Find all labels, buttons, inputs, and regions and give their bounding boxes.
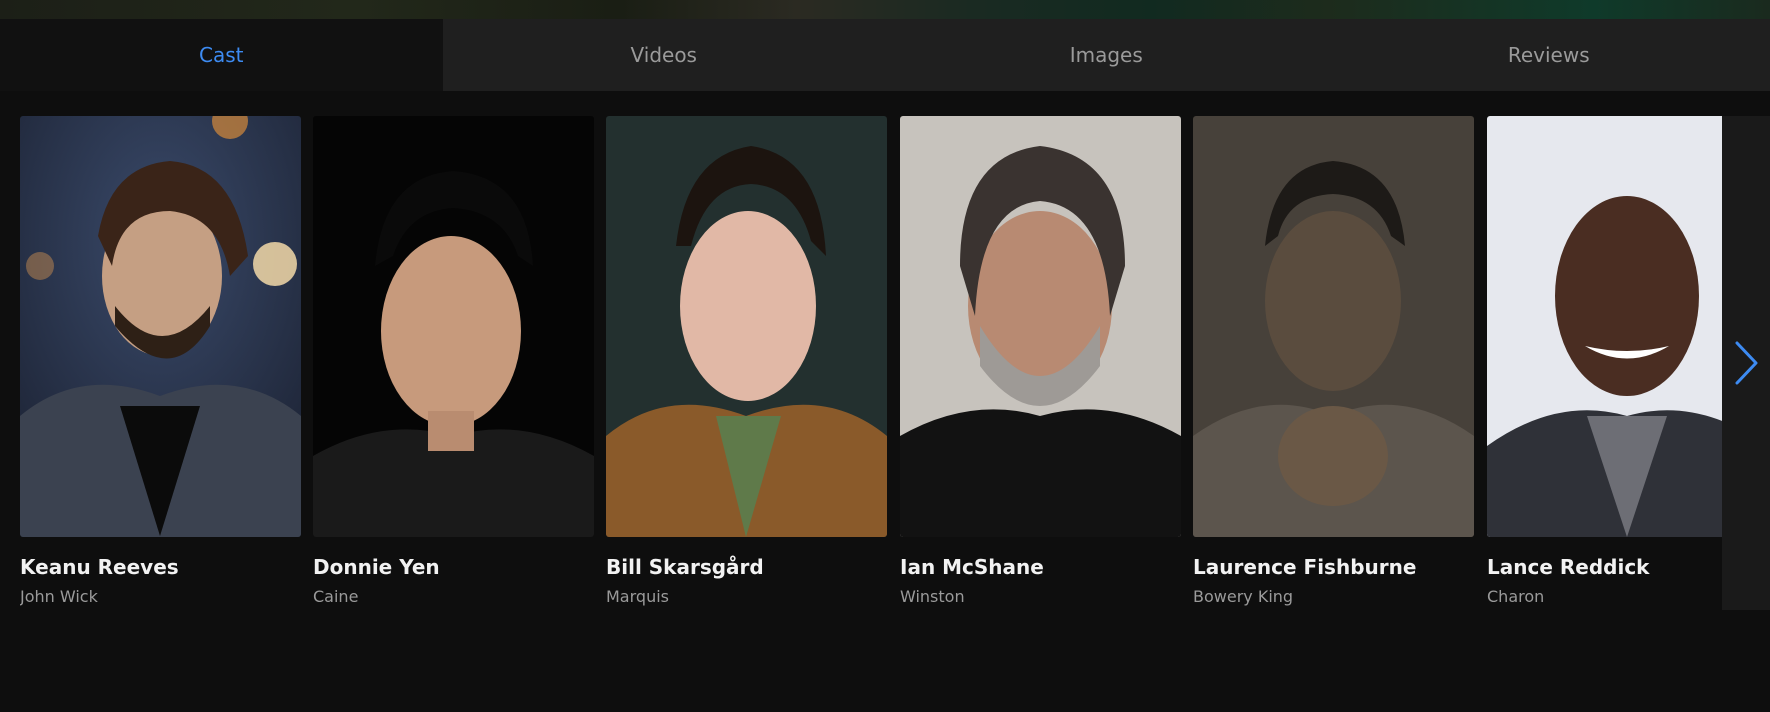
cast-photo[interactable]	[606, 116, 887, 537]
tab-reviews[interactable]: Reviews	[1328, 19, 1770, 91]
cast-role: Bowery King	[1193, 587, 1294, 606]
actor-portrait-icon	[900, 116, 1181, 537]
actor-portrait-icon	[606, 116, 887, 537]
cast-role: Marquis	[606, 587, 669, 606]
cast-name: Laurence Fishburne	[1193, 555, 1417, 579]
cast-card[interactable]: Ian McShane Winston	[900, 116, 1181, 606]
movie-detail-page: Cast Videos Images Reviews Keanu Reeves …	[0, 0, 1770, 712]
hero-backdrop-strip	[0, 0, 1770, 19]
cast-role: Winston	[900, 587, 965, 606]
cast-card[interactable]: Bill Skarsgård Marquis	[606, 116, 887, 606]
cast-name: Keanu Reeves	[20, 555, 179, 579]
cast-role: John Wick	[20, 587, 98, 606]
cast-card[interactable]: Donnie Yen Caine	[313, 116, 594, 606]
cast-carousel: Keanu Reeves John Wick Donnie Yen Caine	[20, 116, 1770, 616]
cast-photo[interactable]	[900, 116, 1181, 537]
cast-card[interactable]: Keanu Reeves John Wick	[20, 116, 301, 606]
actor-portrait-icon	[1193, 116, 1474, 537]
cast-photo[interactable]	[1193, 116, 1474, 537]
actor-portrait-icon	[20, 116, 301, 537]
tab-cast[interactable]: Cast	[0, 19, 443, 91]
cast-name: Donnie Yen	[313, 555, 440, 579]
chevron-right-icon	[1735, 341, 1758, 385]
cast-role: Caine	[313, 587, 359, 606]
cast-photo[interactable]	[313, 116, 594, 537]
cast-name: Bill Skarsgård	[606, 555, 764, 579]
tab-images[interactable]: Images	[885, 19, 1328, 91]
carousel-next-button[interactable]	[1722, 116, 1770, 610]
cast-card[interactable]: Laurence Fishburne Bowery King	[1193, 116, 1474, 606]
cast-photo[interactable]	[20, 116, 301, 537]
actor-portrait-icon	[313, 116, 594, 537]
cast-name: Ian McShane	[900, 555, 1044, 579]
tab-videos[interactable]: Videos	[443, 19, 886, 91]
tab-bar: Cast Videos Images Reviews	[0, 19, 1770, 91]
